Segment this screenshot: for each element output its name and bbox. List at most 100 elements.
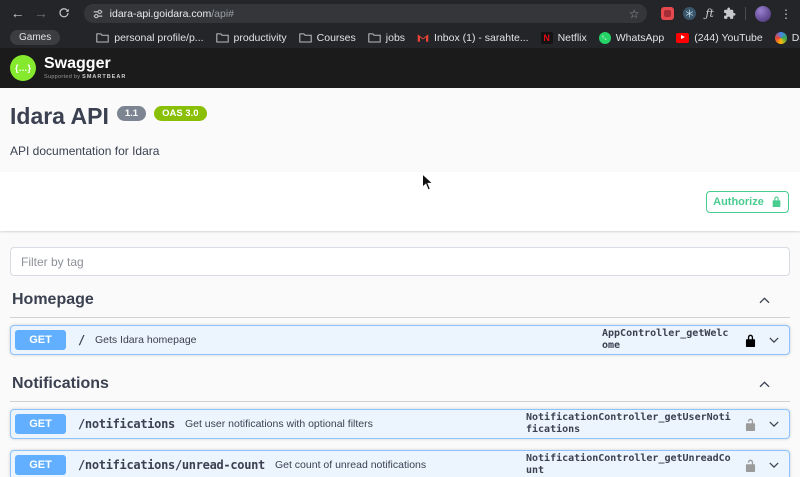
bookmark-item[interactable]: personal profile/p... (96, 32, 204, 44)
url-domain: idara-api.goidara.com (109, 7, 212, 20)
folder-icon (298, 33, 312, 43)
page-title: Idara API (10, 103, 109, 129)
lock-open-icon (745, 459, 756, 472)
toolbar-separator (744, 7, 746, 20)
back-button[interactable]: ← (8, 0, 27, 27)
method-badge: GET (15, 414, 66, 435)
auth-lock-button[interactable] (744, 459, 757, 472)
operation-id: NotificationController_getUserNotificati… (526, 412, 731, 436)
bookmark-star-icon[interactable]: ☆ (629, 7, 640, 21)
snowflake-icon (686, 9, 694, 18)
operation-summary: Get user notifications with optional fil… (184, 418, 373, 431)
tagline-brand: SMARTBEAR (82, 74, 127, 80)
folder-icon (368, 33, 381, 43)
address-bar[interactable]: idara-api.goidara.com/api# ☆ (83, 4, 648, 23)
tag-title: Homepage (12, 291, 94, 309)
bookmark-item[interactable]: WhatsApp (598, 31, 665, 44)
forward-button[interactable]: → (31, 0, 50, 27)
bookmark-label: Courses (316, 31, 356, 44)
expand-operation-button[interactable] (767, 417, 781, 431)
browser-window: ← → idara-api.goidara.com/api# ☆ ƒt ⋮ Ga (0, 0, 800, 477)
tagline-prefix: Supported by (44, 74, 81, 80)
reload-button[interactable] (54, 0, 73, 28)
tag-header-notifications[interactable]: Notifications (10, 366, 790, 403)
gmail-icon (417, 33, 429, 42)
bookmark-label: Inbox (1) - sarahte... (434, 31, 529, 44)
chevron-down-icon (769, 337, 779, 344)
scheme-container: Authorize (0, 172, 800, 232)
forward-icon: → (33, 5, 48, 21)
operation-path: / (78, 333, 85, 348)
netflix-icon: N (540, 31, 553, 44)
snowflake-extension-icon[interactable] (683, 7, 697, 20)
bookmark-item[interactable]: productivity (215, 31, 287, 44)
api-title-row: Idara API 1.1 OAS 3.0 (10, 103, 790, 129)
reload-icon (59, 7, 69, 17)
bookmark-label: Netflix (557, 31, 587, 44)
site-settings-icon[interactable] (92, 8, 104, 20)
api-description: API documentation for Idara (10, 144, 160, 159)
extensions-cluster: ƒt ⋮ (661, 5, 792, 22)
profile-avatar[interactable] (754, 5, 771, 22)
bookmark-label: Data Structures &... (791, 31, 800, 44)
auth-lock-button[interactable] (744, 334, 757, 347)
oas-badge: OAS 3.0 (154, 106, 207, 121)
chevron-down-icon (769, 421, 779, 428)
swagger-brand: Swagger (44, 55, 111, 72)
expand-operation-button[interactable] (767, 333, 781, 347)
version-badge: 1.1 (116, 106, 147, 121)
bookmark-item[interactable]: N Netflix (540, 31, 587, 44)
expand-operation-button[interactable] (767, 458, 781, 472)
bookmark-label: WhatsApp (615, 31, 665, 44)
folder-icon (215, 33, 229, 43)
chevron-up-icon (759, 297, 770, 303)
swagger-topbar: {…} Swagger Supported by SMARTBEAR (0, 48, 800, 88)
method-badge: GET (15, 330, 66, 351)
api-info-section: Idara API 1.1 OAS 3.0 API documentation … (0, 88, 800, 173)
tag-section-notifications: Notifications GET /notifications Get use… (10, 366, 790, 477)
operation-path: /notifications/unread-count (78, 458, 265, 473)
method-badge: GET (15, 455, 66, 476)
bookmark-item[interactable]: Courses (298, 31, 356, 44)
tag-title: Notifications (12, 375, 109, 393)
browser-menu-icon[interactable]: ⋮ (780, 7, 792, 21)
operation-path: /notifications (78, 417, 175, 432)
tag-header-homepage[interactable]: Homepage (10, 282, 790, 319)
bookmark-item[interactable]: (244) YouTube (676, 32, 763, 44)
operation-row-get-root[interactable]: GET / Gets Idara homepage AppController_… (10, 325, 790, 356)
operation-id: AppController_getWelcome (602, 328, 729, 352)
browser-toolbar: ← → idara-api.goidara.com/api# ☆ ƒt ⋮ (0, 0, 800, 27)
folder-icon (96, 33, 109, 43)
lock-closed-icon (745, 334, 756, 347)
operation-summary: Get count of unread notifications (274, 459, 427, 472)
collapse-section-button[interactable] (757, 293, 772, 308)
swagger-tagline: Supported by SMARTBEAR (44, 74, 126, 80)
swagger-brand-block: Swagger Supported by SMARTBEAR (44, 55, 126, 81)
operation-row-get-unread-count[interactable]: GET /notifications/unread-count Get coun… (10, 450, 790, 477)
lock-open-icon (745, 418, 756, 431)
operation-row-get-notifications[interactable]: GET /notifications Get user notification… (10, 409, 790, 440)
operations-list: Homepage GET / Gets Idara homepage AppCo… (0, 282, 800, 477)
filter-container (0, 231, 800, 282)
authorize-button[interactable]: Authorize (706, 190, 789, 213)
operation-id: NotificationController_getUnreadCount (526, 453, 731, 477)
bookmark-item[interactable]: jobs (368, 32, 405, 44)
collapse-section-button[interactable] (757, 377, 772, 392)
youtube-icon (676, 32, 690, 43)
chevron-down-icon (769, 462, 779, 469)
auth-lock-button[interactable] (744, 418, 757, 431)
bookmark-item[interactable]: Data Structures &... (774, 31, 800, 44)
extensions-puzzle-icon[interactable] (723, 7, 736, 20)
operation-summary: Gets Idara homepage (94, 334, 197, 347)
filter-by-tag-input[interactable] (10, 247, 790, 277)
whatsapp-icon (598, 31, 611, 44)
tag-section-homepage: Homepage GET / Gets Idara homepage AppCo… (10, 282, 790, 356)
bookmark-item[interactable]: Inbox (1) - sarahte... (417, 32, 529, 44)
bookmark-label: productivity (233, 31, 287, 44)
bookmarks-bar: Games personal profile/p... productivity… (0, 27, 800, 48)
red-extension-icon[interactable] (661, 7, 675, 20)
fx-extension-icon[interactable]: ƒt (705, 7, 714, 20)
bookmark-label: (244) YouTube (694, 31, 763, 44)
bookmark-games-chip[interactable]: Games (10, 30, 61, 45)
lock-icon (772, 196, 781, 208)
